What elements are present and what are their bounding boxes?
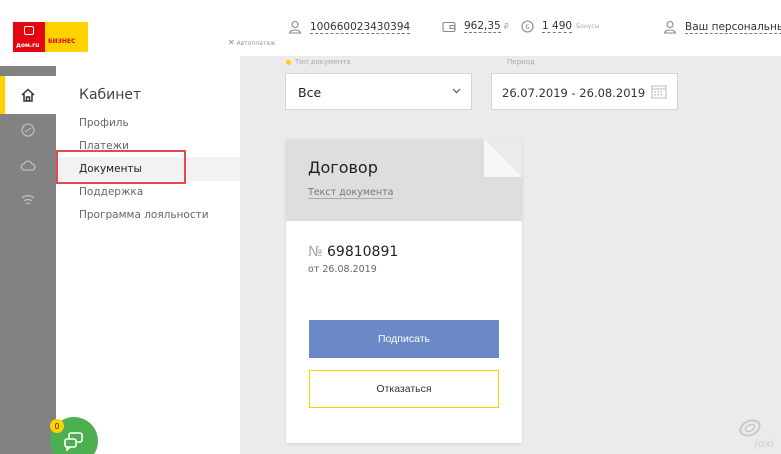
document-card: Договор Текст документа № 69810891 от 26… [286,139,522,443]
account-info[interactable]: 100660023430394 [288,20,411,34]
manager-icon [663,20,677,34]
wifi-icon [21,195,35,205]
bonus-icon: Б [521,20,534,33]
chevron-down-icon [452,88,461,94]
currency-sign: ₽ [503,22,509,31]
balance-info[interactable]: 962,35 ₽ [442,20,509,33]
menu-item-profile[interactable]: Профиль [79,117,129,129]
logo-area: дом.ru БИЗНЕС [0,0,240,66]
home-icon [21,88,35,102]
menu-title: Кабинет [79,87,142,103]
chat-badge: 0 [50,419,64,433]
personal-manager[interactable]: Ваш персональный [663,20,781,34]
svg-text:Б: Б [525,24,529,31]
required-dot [286,59,291,65]
payments-icon [21,123,35,137]
balance-value: 962,35 [464,20,501,33]
highlight-box [56,150,186,184]
wallet-icon [442,21,456,32]
doc-type-label: Тип документа [286,58,351,66]
logo[interactable]: дом.ru БИЗНЕС [13,22,88,52]
sign-button[interactable]: Подписать [309,320,499,358]
cabinet-menu: Кабинет Профиль Платежи Документы Поддер… [56,66,240,454]
rail-payments[interactable] [0,111,56,149]
watermark-logo: joxi [739,419,774,450]
menu-item-support[interactable]: Поддержка [79,186,143,198]
bonus-value: 1 490 [542,20,573,33]
period-label: Период [507,58,535,66]
close-icon: ✕ [228,38,235,47]
cloud-icon [20,160,36,171]
rail-home[interactable] [0,76,56,114]
document-number-value: 69810891 [327,244,399,260]
user-icon [288,20,302,34]
calendar-icon [651,85,667,99]
period-value: 26.07.2019 - 26.08.2019 [502,86,646,100]
personal-label: Ваш персональный [685,21,781,34]
card-corner-fold [484,139,522,177]
document-text-link[interactable]: Текст документа [308,187,394,199]
account-number: 100660023430394 [310,20,411,34]
number-sign: № [308,244,323,260]
svg-text:joxi: joxi [753,437,774,450]
document-number: № 69810891 [308,244,398,260]
icon-rail [0,66,56,454]
document-title: Договор [308,158,378,177]
doc-type-value: Все [298,85,322,100]
period-picker[interactable]: 26.07.2019 - 26.08.2019 [491,73,678,110]
doc-type-select[interactable]: Все [285,73,472,110]
autopay-toggle[interactable]: ✕ Автоплатеж [228,38,275,47]
rail-cloud[interactable] [0,146,56,184]
rail-wifi[interactable] [0,181,56,219]
bonus-label: Бонусы [576,23,600,30]
document-date: от 26.08.2019 [308,264,377,275]
logo-box-icon [24,26,34,35]
refuse-button[interactable]: Отказаться [309,370,499,408]
chat-icon [64,432,83,451]
bonus-info[interactable]: Б 1 490 Бонусы [521,20,599,33]
menu-item-loyalty[interactable]: Программа лояльности [79,209,209,221]
